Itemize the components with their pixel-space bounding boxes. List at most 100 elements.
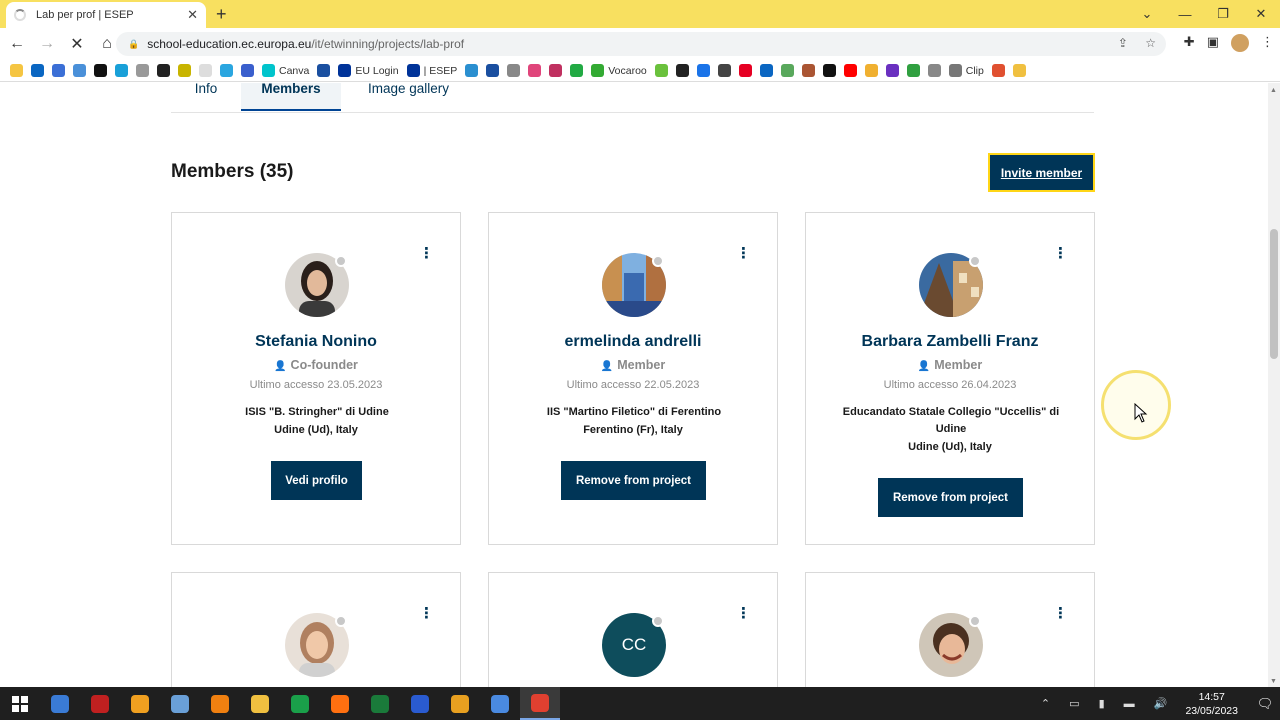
bookmark-favicon-icon <box>486 64 500 77</box>
tab-image-gallery[interactable]: Image gallery <box>351 83 466 111</box>
bookmark-star-icon[interactable]: ☆ <box>1145 36 1156 50</box>
menu-icon[interactable]: ⋮ <box>1261 34 1274 52</box>
back-icon[interactable]: ← <box>4 35 30 53</box>
bookmark-item[interactable] <box>654 64 668 77</box>
taskbar-app-icon[interactable] <box>280 687 320 720</box>
scrollbar-thumb[interactable] <box>1270 229 1278 359</box>
bookmark-item[interactable] <box>738 64 752 77</box>
bookmark-item[interactable] <box>801 64 815 77</box>
taskbar-app-icon[interactable] <box>440 687 480 720</box>
remove-from-project-button[interactable]: Remove from project <box>561 461 706 500</box>
bookmark-item[interactable] <box>864 64 878 77</box>
bookmark-item[interactable]: Canva <box>262 64 309 77</box>
taskbar-app-icon[interactable] <box>400 687 440 720</box>
bookmark-item[interactable] <box>486 64 500 77</box>
address-bar[interactable]: 🔒 school-education.ec.europa.eu/it/etwin… <box>116 32 1166 56</box>
app-icon <box>491 694 509 713</box>
member-school: IIS "Martino Filetico" di Ferentino <box>546 406 722 418</box>
view-profile-button[interactable]: Vedi profilo <box>271 461 362 500</box>
window-controls: ⌄ — ❐ ✕ <box>1128 0 1280 28</box>
bookmark-item[interactable] <box>52 64 65 77</box>
share-icon[interactable]: ⇪ <box>1118 36 1128 50</box>
bookmark-item[interactable] <box>317 64 331 77</box>
bookmark-item[interactable] <box>675 64 689 77</box>
bookmark-item[interactable]: EU Login <box>338 64 399 77</box>
bookmark-item[interactable] <box>927 64 941 77</box>
member-name[interactable]: ermelinda andrelli <box>489 333 777 351</box>
bookmark-item[interactable] <box>115 64 128 77</box>
bookmark-item[interactable] <box>241 64 254 77</box>
bookmark-item[interactable] <box>570 64 584 77</box>
kebab-menu-icon[interactable]: ⋮ <box>1053 246 1068 261</box>
taskbar-app-icon[interactable] <box>360 687 400 720</box>
bookmark-item[interactable] <box>465 64 479 77</box>
bookmark-item[interactable] <box>780 64 794 77</box>
close-window-icon[interactable]: ✕ <box>1242 6 1280 22</box>
browser-tab[interactable]: Lab per prof | ESEP ✕ <box>6 2 206 28</box>
bookmark-item[interactable] <box>10 64 23 77</box>
taskbar-app-icon[interactable] <box>80 687 120 720</box>
bookmark-item[interactable] <box>178 64 191 77</box>
presence-dot <box>652 255 664 267</box>
remove-from-project-button[interactable]: Remove from project <box>878 478 1023 517</box>
taskbar-app-icon[interactable] <box>480 687 520 720</box>
bookmark-item[interactable] <box>73 64 86 77</box>
windows-start-icon[interactable] <box>0 687 40 720</box>
taskbar-app-icon[interactable] <box>120 687 160 720</box>
bookmark-item[interactable]: Vocaroo <box>591 64 647 77</box>
taskbar-app-icon[interactable] <box>40 687 80 720</box>
kebab-menu-icon[interactable]: ⋮ <box>419 246 434 261</box>
bookmark-item[interactable] <box>507 64 521 77</box>
clock[interactable]: 14:57 23/05/2023 <box>1185 690 1238 718</box>
kebab-menu-icon[interactable]: ⋮ <box>419 606 434 621</box>
bookmark-item[interactable] <box>885 64 899 77</box>
tab-info[interactable]: Info <box>171 83 241 111</box>
bookmark-item[interactable] <box>94 64 107 77</box>
kebab-menu-icon[interactable]: ⋮ <box>1053 606 1068 621</box>
page-scrollbar[interactable]: ▲ ▼ <box>1268 83 1280 687</box>
restore-icon[interactable]: ❐ <box>1204 6 1242 22</box>
scroll-up-icon[interactable]: ▲ <box>1270 87 1277 94</box>
bookmark-item[interactable] <box>843 64 857 77</box>
profile-avatar[interactable] <box>1231 34 1249 52</box>
notification-icon[interactable]: 🗨 <box>1250 696 1280 712</box>
bookmark-item[interactable] <box>136 64 149 77</box>
taskbar-app-icon[interactable] <box>520 687 560 720</box>
bookmark-item[interactable] <box>528 64 542 77</box>
stop-loading-icon[interactable]: ✕ <box>64 34 90 54</box>
taskbar-app-icon[interactable] <box>240 687 280 720</box>
bookmark-item[interactable]: | ESEP <box>406 64 457 77</box>
chevron-down-icon[interactable]: ⌄ <box>1128 6 1166 22</box>
bookmark-item[interactable] <box>717 64 731 77</box>
bookmark-item[interactable] <box>549 64 563 77</box>
new-tab-button[interactable]: + <box>216 4 227 24</box>
bookmark-item[interactable] <box>157 64 170 77</box>
kebab-menu-icon[interactable]: ⋮ <box>736 246 751 261</box>
member-name[interactable]: Stefania Nonino <box>172 333 460 351</box>
tray-icons[interactable]: ⌃ ▭ ▮ ▬ 🔊 <box>1041 697 1176 710</box>
scroll-down-icon[interactable]: ▼ <box>1270 678 1277 685</box>
bookmark-item[interactable] <box>199 64 212 77</box>
bookmark-favicon-icon <box>822 64 836 77</box>
bookmark-item[interactable] <box>696 64 710 77</box>
bookmark-item[interactable] <box>906 64 920 77</box>
taskbar-app-icon[interactable] <box>200 687 240 720</box>
forward-icon[interactable]: → <box>34 35 60 53</box>
kebab-menu-icon[interactable]: ⋮ <box>736 606 751 621</box>
bookmark-item[interactable]: Clip <box>948 64 984 77</box>
tab-members[interactable]: Members <box>241 83 341 111</box>
bookmark-item[interactable] <box>1012 64 1026 77</box>
extensions-icon[interactable]: ✚ <box>1184 34 1195 52</box>
bookmark-item[interactable] <box>220 64 233 77</box>
bookmark-item[interactable] <box>759 64 773 77</box>
taskbar-app-icon[interactable] <box>320 687 360 720</box>
close-tab-icon[interactable]: ✕ <box>187 7 198 23</box>
minimize-icon[interactable]: — <box>1166 7 1204 22</box>
bookmark-item[interactable] <box>31 64 44 77</box>
taskbar-app-icon[interactable] <box>160 687 200 720</box>
member-name[interactable]: Barbara Zambelli Franz <box>806 333 1094 351</box>
side-panel-icon[interactable]: ▣ <box>1207 34 1219 52</box>
bookmark-item[interactable] <box>991 64 1005 77</box>
invite-member-button[interactable]: Invite member <box>988 153 1095 192</box>
bookmark-item[interactable] <box>822 64 836 77</box>
